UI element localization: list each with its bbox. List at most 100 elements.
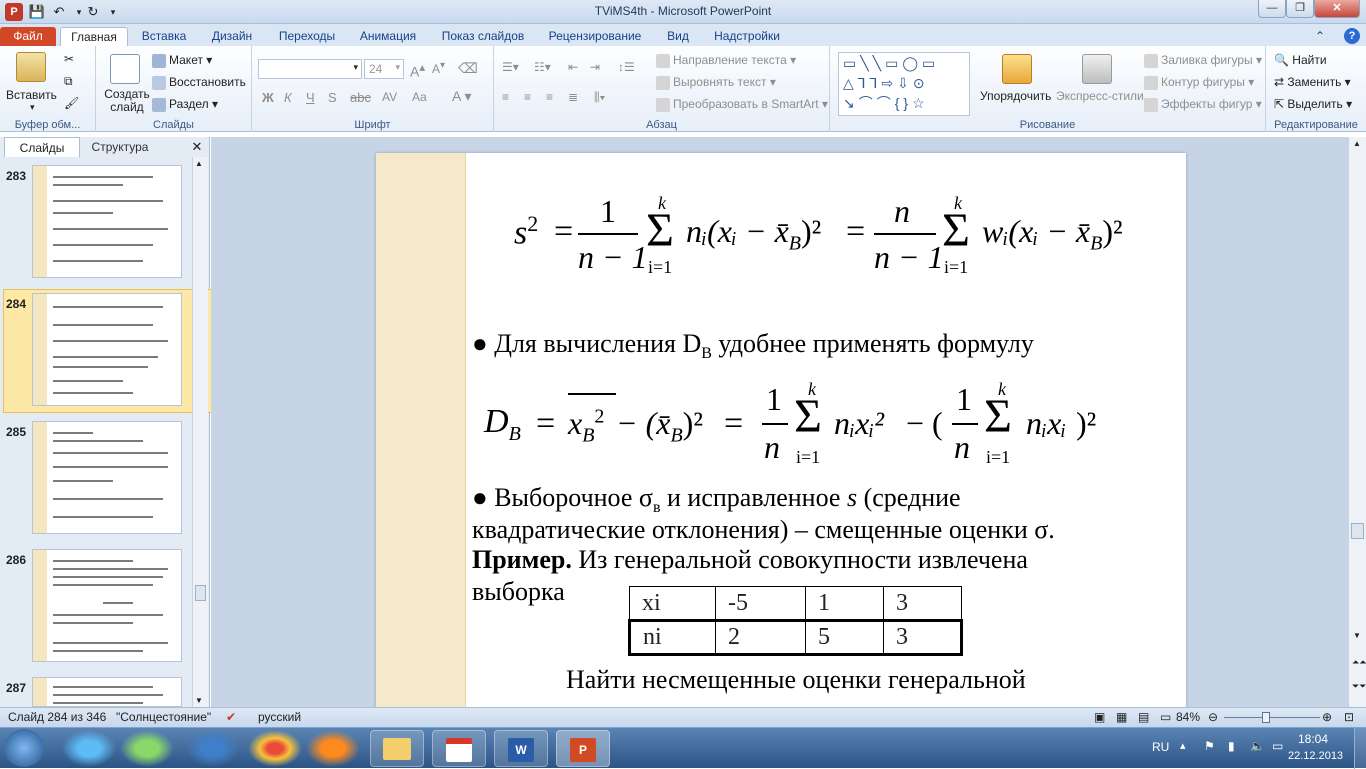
slides-pane-scrollbar[interactable]: ▲ ▼	[192, 157, 208, 707]
font-name-select[interactable]: ▾	[258, 59, 362, 79]
zoom-slider-track[interactable]	[1224, 717, 1320, 718]
calendar-app-icon[interactable]	[432, 730, 486, 767]
char-spacing-icon[interactable]: AV	[382, 90, 397, 104]
tab-home[interactable]: Главная	[60, 27, 128, 46]
tab-transitions[interactable]: Переходы	[272, 27, 342, 46]
bullets-icon[interactable]: ☰▾	[502, 60, 519, 74]
text-direction-button[interactable]: Направление текста ▾	[656, 53, 796, 68]
tab-slides-pane[interactable]: Слайды	[4, 137, 80, 157]
word-icon[interactable]: W	[494, 730, 548, 767]
ie-icon[interactable]	[62, 730, 116, 767]
paste-icon[interactable]	[16, 52, 46, 82]
help-icon[interactable]: ?	[1344, 28, 1360, 44]
theme-name[interactable]: "Солнцестояние"	[116, 708, 211, 727]
start-button[interactable]	[4, 729, 44, 767]
reset-button[interactable]: Восстановить	[152, 75, 246, 90]
tab-slideshow[interactable]: Показ слайдов	[436, 27, 530, 46]
bold-icon[interactable]: Ж	[262, 90, 274, 105]
slide-thumbnail-286[interactable]	[32, 549, 182, 662]
input-language[interactable]: RU	[1152, 740, 1169, 754]
chrome-icon[interactable]	[248, 730, 302, 767]
show-desktop-button[interactable]	[1354, 728, 1366, 769]
scroll-down-icon[interactable]: ▼	[195, 696, 203, 705]
flag-icon[interactable]: ⚑	[1204, 739, 1215, 753]
shadow-icon[interactable]: S	[328, 90, 337, 105]
tab-insert[interactable]: Вставка	[136, 27, 192, 46]
underline-icon[interactable]: Ч	[306, 90, 315, 105]
spellcheck-icon[interactable]: ✔	[226, 708, 236, 727]
network-icon[interactable]: ▮	[1228, 739, 1235, 753]
slideshow-icon[interactable]: ▭	[1160, 708, 1171, 727]
align-text-button[interactable]: Выровнять текст ▾	[656, 75, 776, 90]
smartart-button[interactable]: Преобразовать в SmartArt ▾	[656, 97, 828, 112]
slide-scrollbar[interactable]: ▲ ▼ ⏶⏶ ⏷⏷	[1348, 137, 1366, 707]
clock-time[interactable]: 18:04	[1298, 732, 1328, 746]
select-button[interactable]: ⇱ Выделить ▾	[1274, 97, 1352, 111]
format-painter-icon[interactable]: 🖌	[64, 96, 79, 110]
tray-chevron-icon[interactable]: ▴	[1180, 739, 1186, 752]
shrink-font-icon[interactable]: A▾	[432, 60, 445, 76]
new-slide-icon[interactable]	[110, 54, 140, 84]
fit-to-window-icon[interactable]: ⊡	[1344, 708, 1354, 727]
arrange-icon[interactable]	[1002, 54, 1032, 84]
align-center-icon[interactable]: ≡	[524, 90, 531, 104]
scroll-thumb[interactable]	[1351, 523, 1364, 539]
close-pane-icon[interactable]: ✕	[188, 137, 206, 157]
align-right-icon[interactable]: ≡	[546, 90, 553, 104]
media-player-icon[interactable]	[306, 730, 360, 767]
tab-file[interactable]: Файл	[0, 27, 56, 46]
language-indicator[interactable]: русский	[258, 708, 301, 727]
paste-button[interactable]: Вставить	[6, 88, 57, 102]
clock-date[interactable]: 22.12.2013	[1288, 750, 1343, 762]
strikethrough-icon[interactable]: abc	[350, 90, 371, 105]
zoom-out-icon[interactable]: ⊖	[1208, 708, 1218, 727]
battery-icon[interactable]: ▭	[1272, 739, 1283, 753]
media-center-icon[interactable]	[186, 730, 240, 767]
grow-font-icon[interactable]: A▴	[410, 60, 425, 80]
align-left-icon[interactable]: ≡	[502, 90, 509, 104]
shape-effects-button[interactable]: Эффекты фигур ▾	[1144, 97, 1262, 112]
slide-thumbnail-284[interactable]	[32, 293, 182, 406]
minimize-ribbon-icon[interactable]: ⌃	[1310, 27, 1330, 46]
columns-icon[interactable]: ⫼▾	[594, 90, 605, 105]
slide[interactable]: s2 = 1 n − 1 k Σ i=1 nᵢ(xᵢ − x̄B)² = n n…	[376, 153, 1186, 713]
shape-outline-button[interactable]: Контур фигуры ▾	[1144, 75, 1254, 90]
zoom-level[interactable]: 84%	[1176, 708, 1200, 727]
quick-styles-button[interactable]: Экспресс-стили	[1056, 89, 1144, 103]
justify-icon[interactable]: ≣	[568, 90, 578, 104]
normal-view-icon[interactable]: ▣	[1094, 708, 1105, 727]
tab-animation[interactable]: Анимация	[352, 27, 424, 46]
line-spacing-icon[interactable]: ↕☰	[618, 60, 635, 74]
explorer-icon[interactable]	[370, 730, 424, 767]
new-slide-button[interactable]: Создать слайд	[102, 88, 152, 114]
increase-indent-icon[interactable]: ⇥	[590, 60, 600, 74]
slide-sorter-icon[interactable]: ▦	[1116, 708, 1127, 727]
powerpoint-icon[interactable]: P	[556, 730, 610, 767]
reading-view-icon[interactable]: ▤	[1138, 708, 1149, 727]
tab-outline-pane[interactable]: Структура	[82, 137, 158, 157]
find-button[interactable]: 🔍 Найти	[1274, 53, 1327, 67]
clear-format-icon[interactable]: ⌫	[458, 60, 478, 77]
tab-design[interactable]: Дизайн	[205, 27, 259, 46]
scroll-up-icon[interactable]: ▲	[1353, 139, 1361, 148]
font-size-select[interactable]: 24 ▾	[364, 59, 404, 79]
change-case-icon[interactable]: Aa	[412, 90, 427, 104]
zoom-slider-thumb[interactable]	[1262, 712, 1270, 723]
quick-styles-icon[interactable]	[1082, 54, 1112, 84]
paste-dropdown-icon[interactable]: ▾	[30, 102, 35, 113]
close-button[interactable]: ✕	[1314, 0, 1360, 18]
slide-thumbnail-285[interactable]	[32, 421, 182, 534]
volume-icon[interactable]: 🔈	[1250, 739, 1265, 753]
shapes-gallery[interactable]: ▭╲╲▭◯▭ △⅂⅂⇨⇩⊙ ↘⌒⌒{}☆	[838, 52, 970, 116]
slide-thumbnail-287[interactable]	[32, 677, 182, 707]
shape-fill-button[interactable]: Заливка фигуры ▾	[1144, 53, 1262, 68]
arrange-button[interactable]: Упорядочить	[980, 89, 1051, 103]
previous-slide-icon[interactable]: ⏶⏶	[1352, 657, 1366, 668]
scroll-up-icon[interactable]: ▲	[195, 159, 203, 168]
replace-button[interactable]: ⇄ Заменить ▾	[1274, 75, 1351, 89]
scroll-down-icon[interactable]: ▼	[1353, 631, 1361, 640]
messenger-icon[interactable]	[120, 730, 174, 767]
font-color-icon[interactable]: A ▾	[452, 88, 471, 105]
restore-button[interactable]: ❐	[1286, 0, 1314, 18]
tab-addins[interactable]: Надстройки	[706, 27, 788, 46]
